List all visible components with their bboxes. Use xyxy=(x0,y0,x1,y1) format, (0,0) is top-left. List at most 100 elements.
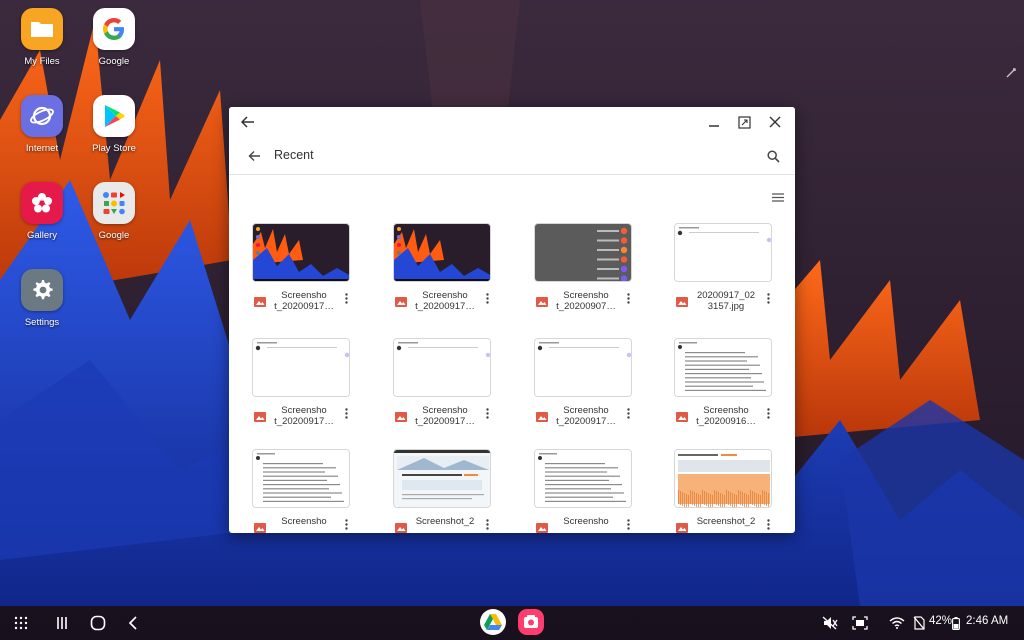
battery-percentage: 42% xyxy=(929,615,953,627)
gear-icon xyxy=(21,269,63,311)
mute-vibrate-indicator[interactable] xyxy=(818,612,842,634)
list-view-toggle[interactable] xyxy=(769,189,787,205)
desktop-icon-google-folder[interactable]: Google xyxy=(76,182,152,241)
file-tile[interactable]: Screensho xyxy=(252,449,382,533)
google-drive-icon xyxy=(480,609,506,635)
window-back-button[interactable] xyxy=(237,111,259,133)
desktop-icon-play-store[interactable]: Play Store xyxy=(76,95,152,154)
edge-panel-handle[interactable] xyxy=(1004,66,1018,80)
file-tile[interactable]: Screenshot_2 xyxy=(674,449,795,533)
navigate-up-button[interactable] xyxy=(243,145,265,167)
more-options-button[interactable] xyxy=(482,517,492,531)
desktop-icon-google[interactable]: Google xyxy=(76,8,152,67)
more-options-button[interactable] xyxy=(341,291,351,305)
home-icon xyxy=(90,615,106,631)
file-name: Screensho t_20200916… xyxy=(696,405,756,427)
file-name: Screensho t_20200917… xyxy=(274,290,334,312)
file-tile[interactable]: Screensho xyxy=(534,449,664,533)
wifi-icon xyxy=(889,617,905,629)
more-options-button[interactable] xyxy=(763,517,773,531)
image-file-icon xyxy=(395,294,407,307)
close-icon xyxy=(769,116,781,128)
home-button[interactable] xyxy=(86,612,110,634)
desktop-icon-my-files[interactable]: My Files xyxy=(4,8,80,67)
more-options-button[interactable] xyxy=(623,406,633,420)
clock: 2:46 AM xyxy=(966,615,1009,627)
file-tile[interactable]: Screenshot_2 xyxy=(393,449,523,533)
more-options-button[interactable] xyxy=(482,291,492,305)
search-icon xyxy=(766,149,780,163)
battery-indicator xyxy=(951,612,961,634)
taskbar-app-screen-recorder[interactable] xyxy=(517,608,545,636)
file-tile[interactable]: Screensho t_20200916… xyxy=(674,338,795,448)
file-tile[interactable]: Screensho t_20200917… xyxy=(252,223,382,333)
screen-recorder-icon xyxy=(518,609,544,635)
window-close-button[interactable] xyxy=(764,111,786,133)
desktop-icon-label: Gallery xyxy=(26,230,58,241)
more-vert-icon xyxy=(766,518,770,530)
more-vert-icon xyxy=(766,407,770,419)
image-file-icon xyxy=(676,409,688,422)
more-options-button[interactable] xyxy=(341,517,351,531)
desktop-icon-label: Google xyxy=(98,56,130,67)
file-thumbnail xyxy=(252,449,350,508)
file-tile[interactable]: Screensho t_20200917… xyxy=(393,223,523,333)
more-options-button[interactable] xyxy=(763,291,773,305)
more-vert-icon xyxy=(626,292,630,304)
more-options-button[interactable] xyxy=(623,291,633,305)
file-thumbnail xyxy=(393,223,491,282)
desktop-icon-gallery[interactable]: Gallery xyxy=(4,182,80,241)
play-store-icon xyxy=(93,95,135,137)
file-tile[interactable]: Screensho t_20200907… xyxy=(534,223,664,333)
image-file-icon xyxy=(395,520,407,533)
back-button[interactable] xyxy=(121,612,145,634)
file-tile[interactable]: 20200917_02 3157.jpg xyxy=(674,223,795,333)
more-options-button[interactable] xyxy=(763,406,773,420)
file-tile[interactable]: Screensho t_20200917… xyxy=(252,338,382,448)
window-maximize-button[interactable] xyxy=(733,111,755,133)
desktop-icon-label: Settings xyxy=(24,317,60,328)
window-minimize-button[interactable] xyxy=(703,111,725,133)
list-view-icon xyxy=(772,192,784,202)
taskbar-app-google-drive[interactable] xyxy=(479,608,507,636)
more-options-button[interactable] xyxy=(482,406,492,420)
more-vert-icon xyxy=(344,518,348,530)
more-vert-icon xyxy=(766,292,770,304)
file-name: Screensho t_20200917… xyxy=(415,405,475,427)
more-vert-icon xyxy=(626,407,630,419)
recents-button[interactable] xyxy=(50,612,74,634)
file-thumbnail xyxy=(252,223,350,282)
file-thumbnail xyxy=(534,449,632,508)
desktop-icon-internet[interactable]: Internet xyxy=(4,95,80,154)
wifi-indicator xyxy=(885,612,909,634)
recents-icon xyxy=(57,617,67,629)
desktop-icon-label: Play Store xyxy=(92,143,136,154)
apps-button[interactable] xyxy=(9,612,33,634)
more-vert-icon xyxy=(344,292,348,304)
arrow-left-icon xyxy=(248,151,260,161)
page-title: Recent xyxy=(274,148,314,162)
apps-grid-icon xyxy=(14,616,28,630)
more-vert-icon xyxy=(344,407,348,419)
file-tile[interactable]: Screensho t_20200917… xyxy=(534,338,664,448)
file-name: Screensho t_20200917… xyxy=(415,290,475,312)
more-options-button[interactable] xyxy=(623,517,633,531)
files-window: Recent Screensho t_20200917… Screensho t_… xyxy=(229,107,795,533)
battery-icon xyxy=(952,616,960,630)
image-file-icon xyxy=(676,294,688,307)
file-thumbnail xyxy=(534,338,632,397)
search-button[interactable] xyxy=(762,145,784,167)
folder-icon xyxy=(21,8,63,50)
file-tile[interactable]: Screensho t_20200917… xyxy=(393,338,523,448)
window-titlebar[interactable] xyxy=(229,107,795,137)
desktop-icon-settings[interactable]: Settings xyxy=(4,269,80,328)
more-options-button[interactable] xyxy=(341,406,351,420)
gallery-flower-icon xyxy=(21,182,63,224)
more-vert-icon xyxy=(626,518,630,530)
image-file-icon xyxy=(254,409,266,422)
screen-capture-button[interactable] xyxy=(848,612,872,634)
google-g-icon xyxy=(93,8,135,50)
image-file-icon xyxy=(676,520,688,533)
image-file-icon xyxy=(254,520,266,533)
maximize-icon xyxy=(737,115,751,129)
